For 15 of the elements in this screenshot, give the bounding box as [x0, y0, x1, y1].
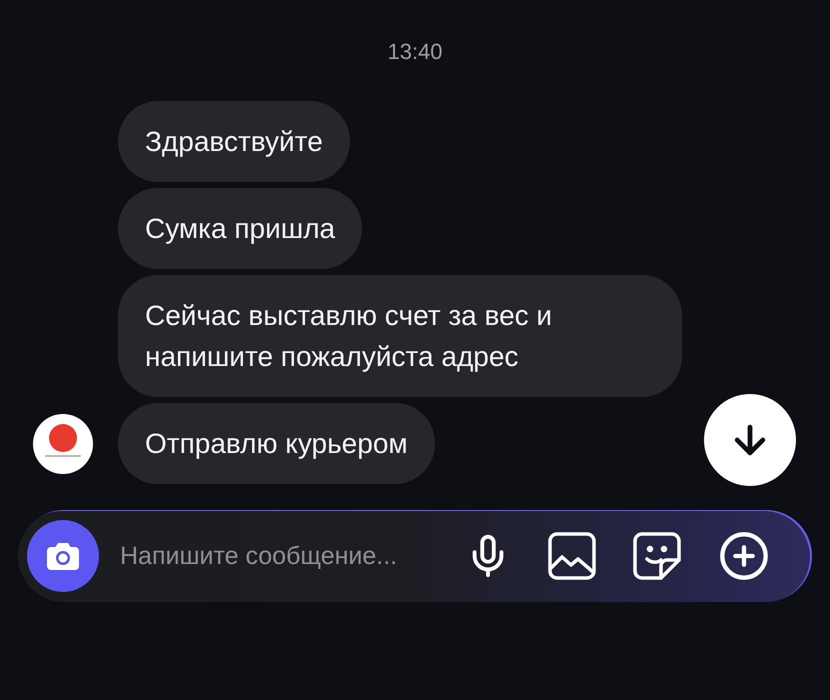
avatar-icon[interactable]	[33, 414, 93, 474]
message-bubble: Сейчас выставлю счет за вес и напишите пожалуйста адрес	[118, 275, 682, 397]
plus-icon	[718, 530, 770, 582]
sticker-icon	[633, 532, 681, 580]
message-bubble: Отправлю курьером	[118, 403, 435, 484]
message-input[interactable]: Напишите сообщение...	[120, 534, 460, 578]
camera-button[interactable]	[27, 520, 99, 592]
message-bubble: Здравствуйте	[118, 101, 350, 182]
camera-icon	[47, 542, 79, 570]
image-button[interactable]	[548, 532, 596, 580]
image-icon	[548, 532, 596, 580]
add-button[interactable]	[718, 530, 770, 582]
message-timestamp: 13:40	[387, 38, 443, 66]
sticker-button[interactable]	[633, 532, 681, 580]
message-bubble: Сумка пришла	[118, 188, 362, 269]
